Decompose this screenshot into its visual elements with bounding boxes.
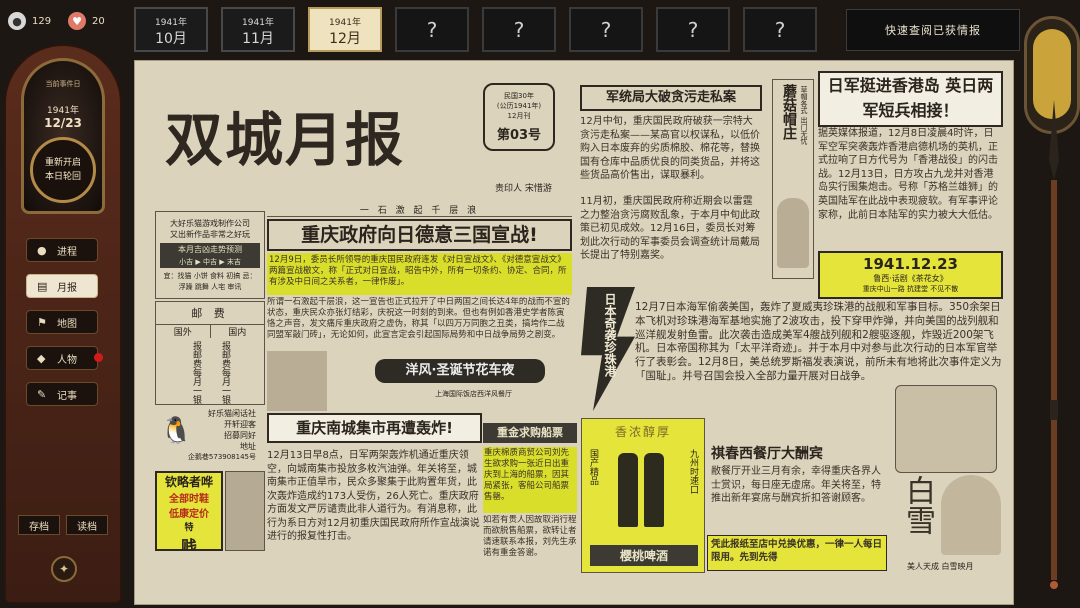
fan-icon[interactable]: ✦ xyxy=(51,556,77,582)
penguin-icon: 🐧 xyxy=(160,416,193,446)
proverb: 一 石 激 起 千 层 浪 xyxy=(267,203,572,217)
lady-illustration xyxy=(777,198,809,268)
headline-bazaar: 洋风·圣诞节花车夜 xyxy=(375,359,545,383)
clock-date: 12/23 xyxy=(44,116,82,130)
tab-november[interactable]: 1941年 11月 xyxy=(221,7,295,52)
portrait-sketch xyxy=(225,471,265,551)
tab-locked: ? xyxy=(743,7,817,52)
headline-hongkong: 日军挺进香港岛 英日两军短兵相接！ xyxy=(818,71,1003,127)
bottle-icon xyxy=(644,453,664,527)
quick-intel-button[interactable]: 快速查阅已获情报 xyxy=(846,9,1020,51)
map-icon: ⚑ xyxy=(37,315,47,329)
gold-body: 如若有贵人因故取消行程而欲脱售船票，欲转让者请速联系本报，刘先生承诺有重金答谢。 xyxy=(483,515,577,558)
clock-year: 1941年 xyxy=(47,106,79,116)
bazaar-caption: 上海国际饭店西洋风餐厅 xyxy=(435,390,512,398)
woman-portrait xyxy=(941,475,1001,555)
load-button[interactable]: 读档 xyxy=(66,515,108,535)
nav-notes[interactable]: ✎ 记事 xyxy=(26,382,98,406)
masthead: 双城月报 xyxy=(165,106,406,174)
smuggling-body-2: 11月初，重庆国民政府称近期会以雷霆之力整治贪污腐败乱象，于本月中旬此政策已初见… xyxy=(580,196,760,261)
restart-day-button[interactable]: 重新开启 本日轮回 xyxy=(30,137,96,203)
tab-locked: ? xyxy=(656,7,730,52)
headline-war: 重庆政府向日德意三国宣战! xyxy=(267,219,572,251)
issue-box: 民国30年 (公历1941年) 12月刊 第03号 xyxy=(483,83,555,151)
notebook-icon: ✎ xyxy=(37,387,47,401)
tab-locked: ? xyxy=(395,7,469,52)
tab-december[interactable]: 1941年 12月 xyxy=(308,7,382,52)
war-body: 所谓一石激起千层浪，这一宣告也正式拉开了中日两国之间长达4年的战而不宣的状态，重… xyxy=(267,297,570,340)
hongkong-body: 据英媒体报道，12月8日凌晨4时许，日军空军突袭轰炸香港启德机场的英机，正式拉响… xyxy=(818,128,998,221)
date-clock: 当前事件日 1941年 12/23 重新开启 本日轮回 xyxy=(21,58,105,214)
coupon-notice: 凭此报纸至店中兑换优惠，一律一人每日限用。先到先得 xyxy=(707,535,887,571)
nav-map[interactable]: ⚑ 地图 xyxy=(26,310,98,334)
tab-locked: ? xyxy=(569,7,643,52)
save-button[interactable]: 存档 xyxy=(18,515,60,535)
drama-ticket: 1941.12.23 鲁西·话剧《茶花女》 重庆中山一路 抗建堂 不见不散 xyxy=(818,251,1003,299)
beauty-ad-caption: 美人天成 白雪映月 xyxy=(907,562,974,571)
heart-counter: ♥ 20 xyxy=(68,10,105,32)
game-screen: { "stats":{"coins":"129","hearts":"20"},… xyxy=(0,0,1080,608)
santa-illustration xyxy=(267,351,327,411)
headline-pearl: 日本奇袭珍珠港 xyxy=(603,293,617,377)
beer-ad: 香浓醇厚 国产精品 九州时速口 樱桃啤酒 xyxy=(581,418,705,573)
hat-shop-ad: 蘑菇帽庄 草帽各式 出门无忧 xyxy=(772,79,814,279)
coin-counter: ● 129 xyxy=(8,10,51,32)
nav-monthly-report[interactable]: ▤ 月报 xyxy=(26,274,98,298)
sidebar: 当前事件日 1941年 12/23 重新开启 本日轮回 ● 进程 ▤ 月报 ⚑ 地图 … xyxy=(4,44,122,604)
smuggling-body: 12月中旬，重庆国民政府破获一宗特大贪污走私案——某高官以权谋私，以低价购入日本… xyxy=(580,116,760,181)
headline-bombing: 重庆南城集市再遭轰炸! xyxy=(267,413,482,443)
fortune-ad: 大好乐猫游戏制作公司 又出新作品非常之好玩 本月吉凶走势预测 小吉 ▶ 中吉 ▶… xyxy=(155,211,265,299)
heart-icon: ♥ xyxy=(68,12,86,30)
progress-icon: ● xyxy=(37,243,47,257)
notification-dot xyxy=(94,353,103,362)
newspaper-icon: ▤ xyxy=(37,279,48,293)
restaurant-body: 敝餐厅开业三月有余，幸得重庆各界人士赏识，每日座无虚席。年关将至，特推出新年宴席… xyxy=(711,466,881,505)
beauty-ad-title: 白雪 xyxy=(900,475,935,535)
printer-credit: 责印人 宋惜游 xyxy=(495,184,552,194)
nav-characters[interactable]: ◆ 人物 xyxy=(26,346,103,370)
headline-gold: 重金求购船票 xyxy=(483,423,577,443)
war-highlight: 12月9日，委员长所领导的重庆国民政府连发《对日宣战文》、《对德意宣战文》两篇宣… xyxy=(267,253,572,295)
shoe-ad: 钦略者哗 全部时鞋 低康定价 特 贱 xyxy=(155,471,223,551)
bombing-body: 12月13日早8点，日军两架轰炸机通近重庆领空，向城南集市投放多枚汽油弹。年关将… xyxy=(267,450,480,542)
headline-smuggling: 军统局大破贪污走私案 xyxy=(580,85,762,111)
tab-october[interactable]: 1941年 10月 xyxy=(134,7,208,52)
headline-restaurant: 祺春西餐厅大酬宾 xyxy=(711,446,823,462)
tab-locked: ? xyxy=(482,7,556,52)
nav-progress[interactable]: ● 进程 xyxy=(26,238,98,262)
newspaper: 双城月报 民国30年 (公历1941年) 12月刊 第03号 责印人 宋惜游 大… xyxy=(134,60,1014,605)
brush-pen-icon xyxy=(1049,100,1059,589)
cat-club-ad: 🐧 好乐猫闲话社 开轩迎客 招募同好 地址 企鹅巷573908145号 xyxy=(160,409,256,461)
cafe-illustration xyxy=(895,385,997,473)
coin-icon: ● xyxy=(8,12,26,30)
clock-caption: 当前事件日 xyxy=(45,80,81,88)
mask-icon: ◆ xyxy=(37,351,46,365)
postal-fee-box: 邮 费 国外 国内 报邮费每月一银元 报邮费每月一银元 xyxy=(155,301,265,405)
gold-highlight: 重庆棉质商贸公司刘先生欲求购一张近日出重庆到上海的船票，因其局紧张，客船公司船票… xyxy=(483,447,577,513)
bottle-icon xyxy=(618,453,638,527)
